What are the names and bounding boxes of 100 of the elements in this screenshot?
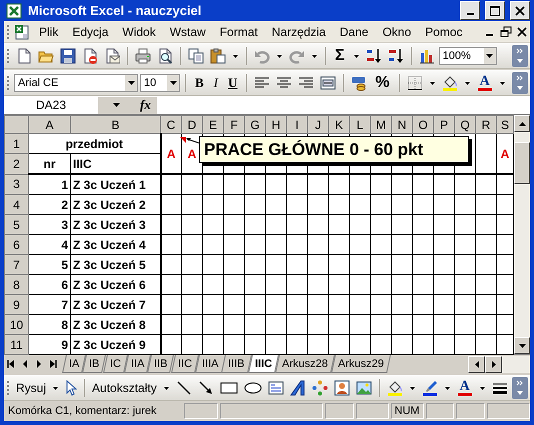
column-header[interactable]: O bbox=[412, 116, 434, 134]
column-header[interactable]: C bbox=[160, 116, 182, 134]
column-header[interactable]: R bbox=[476, 116, 496, 134]
row-header[interactable]: 3 bbox=[4, 174, 28, 194]
sort-ascending-icon[interactable] bbox=[366, 48, 382, 64]
align-left-icon[interactable] bbox=[254, 74, 270, 90]
fill-color-icon[interactable] bbox=[442, 74, 458, 90]
row-header[interactable]: 2 bbox=[4, 154, 28, 174]
menu-item[interactable]: Okno bbox=[375, 24, 418, 38]
restore-icon[interactable] bbox=[500, 26, 512, 38]
underline-button[interactable]: U bbox=[224, 74, 242, 90]
zoom-field[interactable]: 100% bbox=[438, 46, 497, 64]
fill-color-icon[interactable] bbox=[386, 380, 403, 396]
font-color-button[interactable]: A bbox=[454, 380, 475, 396]
landscape-picture-icon[interactable] bbox=[356, 380, 372, 396]
column-header[interactable]: K bbox=[328, 116, 350, 134]
column-header[interactable]: A bbox=[28, 116, 70, 134]
row-header[interactable]: 1 bbox=[4, 134, 28, 154]
column-header[interactable]: S bbox=[496, 116, 514, 134]
borders-icon[interactable] bbox=[406, 74, 423, 90]
column-header[interactable]: M bbox=[370, 116, 392, 134]
column-header[interactable]: Q bbox=[454, 116, 476, 134]
percent-button[interactable]: % bbox=[371, 74, 394, 92]
row-header[interactable]: 11 bbox=[4, 334, 28, 354]
row-header[interactable]: 7 bbox=[4, 254, 28, 274]
row-header[interactable]: 10 bbox=[4, 314, 28, 334]
menu-item[interactable]: Narzędzia bbox=[264, 24, 333, 38]
menu-item[interactable]: Widok bbox=[115, 24, 163, 38]
printer-icon[interactable] bbox=[135, 48, 151, 64]
font-size-field[interactable]: 10 bbox=[140, 74, 180, 92]
column-header[interactable]: P bbox=[434, 116, 454, 134]
minimize-button[interactable] bbox=[460, 1, 480, 20]
sheet-tab[interactable]: IA bbox=[62, 355, 86, 373]
copy-icon[interactable] bbox=[188, 48, 204, 64]
arrow-icon[interactable] bbox=[198, 380, 214, 396]
align-center-icon[interactable] bbox=[276, 74, 292, 90]
row-header[interactable]: 4 bbox=[4, 194, 28, 214]
column-header[interactable]: B bbox=[70, 116, 160, 134]
clipboard-icon[interactable] bbox=[210, 48, 226, 64]
sheet-tab[interactable]: Arkusz29 bbox=[330, 355, 391, 373]
column-header[interactable]: F bbox=[224, 116, 244, 134]
column-header[interactable]: L bbox=[350, 116, 370, 134]
menu-item[interactable]: Edycja bbox=[65, 24, 116, 38]
horizontal-scrollbar[interactable] bbox=[502, 356, 530, 372]
menu-item[interactable]: Dane bbox=[332, 24, 376, 38]
first-sheet-icon[interactable] bbox=[7, 360, 15, 368]
merge-cells-icon[interactable] bbox=[320, 74, 336, 90]
diagram-icon[interactable] bbox=[312, 380, 328, 396]
workbook-icon[interactable] bbox=[14, 24, 30, 40]
column-header[interactable]: G bbox=[244, 116, 266, 134]
menu-item[interactable]: Pomoc bbox=[418, 24, 470, 38]
row-header[interactable]: 5 bbox=[4, 214, 28, 234]
print-preview-icon[interactable] bbox=[157, 48, 173, 64]
row-header[interactable]: 8 bbox=[4, 274, 28, 294]
oval-icon[interactable] bbox=[244, 380, 262, 394]
insert-function-button[interactable]: fx bbox=[134, 96, 157, 114]
sheet-tab[interactable]: IC bbox=[102, 355, 128, 373]
autoshapes-menu-button[interactable]: Autokształty bbox=[90, 380, 159, 394]
sheet-tab[interactable]: IIIC bbox=[248, 355, 279, 373]
document-envelope-icon[interactable] bbox=[104, 48, 120, 64]
autosum-button[interactable]: Σ bbox=[331, 46, 349, 64]
bold-button[interactable]: B bbox=[191, 74, 208, 90]
row-header[interactable]: 6 bbox=[4, 234, 28, 254]
scroll-up-button[interactable] bbox=[514, 115, 530, 132]
wordart-icon[interactable] bbox=[290, 380, 306, 396]
maximize-button[interactable] bbox=[485, 1, 505, 20]
person-card-icon[interactable] bbox=[334, 380, 350, 396]
row-header[interactable]: 9 bbox=[4, 294, 28, 314]
pointer-icon[interactable] bbox=[65, 380, 78, 396]
select-all-button[interactable] bbox=[4, 116, 28, 134]
column-header[interactable]: H bbox=[266, 116, 286, 134]
column-header[interactable]: E bbox=[202, 116, 224, 134]
text-box-icon[interactable] bbox=[268, 380, 284, 396]
menu-item[interactable]: Plik bbox=[32, 24, 66, 38]
line-icon[interactable] bbox=[176, 380, 192, 396]
column-header[interactable]: N bbox=[392, 116, 412, 134]
bar-chart-icon[interactable] bbox=[418, 48, 435, 64]
italic-button[interactable]: I bbox=[210, 74, 222, 90]
close-button[interactable] bbox=[510, 1, 530, 20]
last-sheet-icon[interactable] bbox=[49, 360, 57, 368]
currency-icon[interactable] bbox=[351, 74, 368, 90]
scroll-thumb[interactable] bbox=[514, 142, 530, 184]
new-document-icon[interactable] bbox=[16, 48, 32, 64]
sort-descending-icon[interactable] bbox=[388, 48, 404, 64]
column-header[interactable]: J bbox=[308, 116, 328, 134]
font-field[interactable]: Arial CE bbox=[14, 74, 138, 92]
sheet-tab[interactable]: IIC bbox=[170, 355, 199, 373]
font-color-button[interactable]: A bbox=[474, 74, 495, 90]
scroll-right-button[interactable] bbox=[485, 356, 502, 372]
line-color-icon[interactable] bbox=[422, 380, 438, 396]
next-sheet-icon[interactable] bbox=[35, 360, 43, 368]
scroll-down-button[interactable] bbox=[514, 337, 530, 354]
sheet-tab[interactable]: Arkusz28 bbox=[275, 355, 335, 373]
previous-sheet-icon[interactable] bbox=[21, 360, 29, 368]
menu-item[interactable]: Wstaw bbox=[162, 24, 213, 38]
align-right-icon[interactable] bbox=[298, 74, 314, 90]
draw-menu-button[interactable]: Rysuj bbox=[14, 380, 48, 394]
document-stop-icon[interactable] bbox=[82, 48, 98, 64]
menu-item[interactable]: Format bbox=[212, 24, 265, 38]
vertical-scrollbar[interactable] bbox=[514, 115, 530, 354]
